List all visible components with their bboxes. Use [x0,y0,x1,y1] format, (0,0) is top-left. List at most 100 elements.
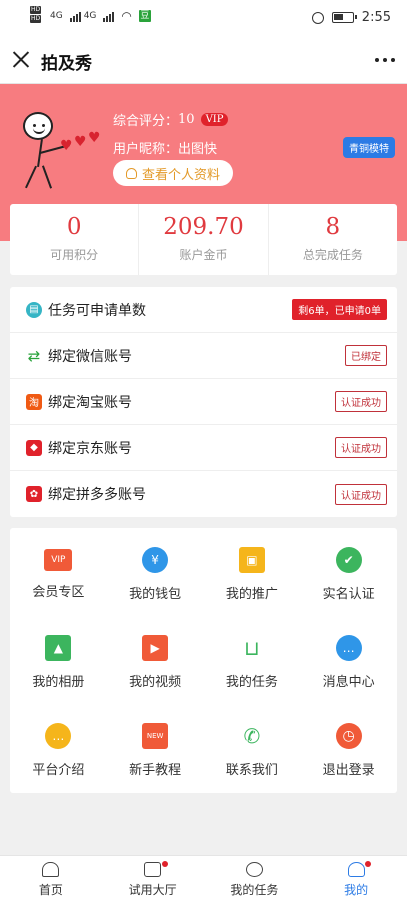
heart-icon: ♥ [74,134,87,150]
status-badge: 认证成功 [335,483,387,505]
stat-tasks[interactable]: 8 总完成任务 [267,204,397,275]
swap-arrows-icon: ⇄ [27,346,41,365]
battery-icon [331,12,357,23]
level-badge: 青铜模特 [343,137,395,158]
menu-item-verification[interactable]: ✔ 实名认证 [300,530,397,618]
status-badge: 认证成功 [335,391,387,412]
profile-info: 综合评分： 10 VIP 用户昵称：出图快 [113,110,229,157]
menu-item-vip[interactable]: VIP 会员专区 [10,530,107,618]
menu-item-contact[interactable]: ✆ 联系我们 [204,706,301,794]
menu-item-promotion[interactable]: ▣ 我的推广 [204,530,301,618]
phone-icon: ✆ [238,722,265,749]
stat-coins[interactable]: 209.70 账户金币 [138,204,267,275]
menu-item-label: 我的任务 [225,674,278,690]
notification-dot [365,861,372,867]
list-item-label: 绑定淘宝账号 [48,394,132,411]
list-item-label: 绑定京东账号 [48,440,132,457]
signal-icon [69,10,81,22]
menu-item-tasks[interactable]: ⊔ 我的任务 [204,618,301,706]
stat-points[interactable]: 0 可用积分 [10,204,138,275]
image-icon: ▲ [45,634,72,661]
jd-icon: ◆ [26,439,42,456]
verified-icon: ✔ [335,546,362,573]
tab-me[interactable]: 我的 [305,856,407,899]
list-item-task-quota[interactable]: ▤ 任务可申请单数 剩6单，已申请0单 [10,287,397,333]
stat-value: 209.70 [163,214,244,240]
status-right: 2:55 [311,10,391,25]
hd-badge-1: HD [30,6,42,14]
alarm-icon [311,11,324,24]
stat-label: 可用积分 [50,248,99,262]
tab-my-tasks[interactable]: 我的任务 [204,856,306,899]
clipboard-icon: ▤ [26,301,42,318]
pinduoduo-icon: ✿ [26,486,42,502]
menu-item-label: 退出登录 [322,762,375,778]
status-badge: 剩6单，已申请0单 [292,299,387,320]
avatar[interactable]: ♥ ♥ ♥ [20,112,110,192]
video-icon: ▶ [142,634,169,661]
page-title: 拍及秀 [41,54,92,74]
list-item-label: 绑定微信账号 [48,348,132,365]
menu-item-messages[interactable]: … 消息中心 [300,618,397,706]
home-icon [42,862,60,877]
view-profile-button[interactable]: 查看个人资料 [113,160,233,186]
list-item-jd[interactable]: ◆ 绑定京东账号 认证成功 [10,425,397,471]
list-item-wechat[interactable]: ⇄ 绑定微信账号 已绑定 [10,333,397,379]
new-icon: NEW [142,722,169,749]
wifi-icon: ◠ [121,9,132,23]
list-item-label: 绑定拼多多账号 [48,487,146,503]
close-icon[interactable] [12,50,30,68]
menu-item-label: 我的推广 [225,586,278,602]
tab-home[interactable]: 首页 [0,856,102,899]
ellipsis-icon: … [45,722,72,749]
yuan-icon: ¥ [142,546,169,573]
tab-label: 我的 [344,883,369,897]
stat-label: 账户金币 [179,248,228,262]
network-label-1: 4G [50,11,63,21]
score-value: 10 [178,112,195,127]
signal-icon-2 [103,10,115,22]
store-icon [144,862,162,877]
tab-label: 首页 [38,883,63,897]
menu-item-album[interactable]: ▲ 我的相册 [10,618,107,706]
status-bar: HD HD 4G 4G ◠ 豆 2:55 [0,0,407,36]
list-item-taobao[interactable]: 淘 绑定淘宝账号 认证成功 [10,379,397,425]
status-left: HD HD 4G 4G ◠ 豆 [30,6,151,23]
menu-item-label: 新手教程 [129,762,182,778]
avatar-head [23,112,53,140]
notification-dot [161,861,168,867]
hd-badge-2: HD [30,15,42,23]
user-icon [125,167,137,179]
heart-icon: ♥ [88,130,101,146]
tasks-icon [245,862,263,877]
menu-item-label: 我的相册 [32,674,85,690]
tab-label: 我的任务 [230,883,279,897]
vip-badge: VIP [200,113,229,126]
clock-icon: ◷ [335,722,362,749]
account-list: ▤ 任务可申请单数 剩6单，已申请0单 ⇄ 绑定微信账号 已绑定 淘 绑定淘宝账… [10,287,397,517]
bottom-tab-bar: 首页 试用大厅 我的任务 我的 [0,855,407,899]
menu-item-wallet[interactable]: ¥ 我的钱包 [107,530,204,618]
list-item-pinduoduo[interactable]: ✿ 绑定拼多多账号 认证成功 [10,471,397,517]
menu-item-tutorial[interactable]: NEW 新手教程 [107,706,204,794]
status-badge: 已绑定 [345,345,387,366]
nickname-value: 出图快 [178,142,218,157]
stat-value: 0 [66,214,82,240]
user-icon [347,862,365,877]
menu-item-label: 联系我们 [225,762,278,778]
tab-trial-hall[interactable]: 试用大厅 [102,856,204,899]
menu-item-label: 平台介绍 [32,762,85,778]
menu-item-about[interactable]: … 平台介绍 [10,706,107,794]
menu-item-logout[interactable]: ◷ 退出登录 [300,706,397,794]
menu-grid: VIP 会员专区 ¥ 我的钱包 ▣ 我的推广 ✔ 实名认证 ▲ 我的相册 ▶ 我… [10,528,397,793]
hd-indicators: HD HD [30,6,42,23]
menu-item-label: 实名认证 [322,586,375,602]
network-label-2: 4G [83,11,97,21]
stat-value: 8 [325,214,341,240]
menu-item-video[interactable]: ▶ 我的视频 [107,618,204,706]
view-profile-label: 查看个人资料 [141,167,220,183]
more-options-icon[interactable] [375,58,395,62]
nickname-label: 用户昵称： [113,142,179,157]
stat-label: 总完成任务 [302,248,363,262]
status-badge: 认证成功 [335,437,387,458]
